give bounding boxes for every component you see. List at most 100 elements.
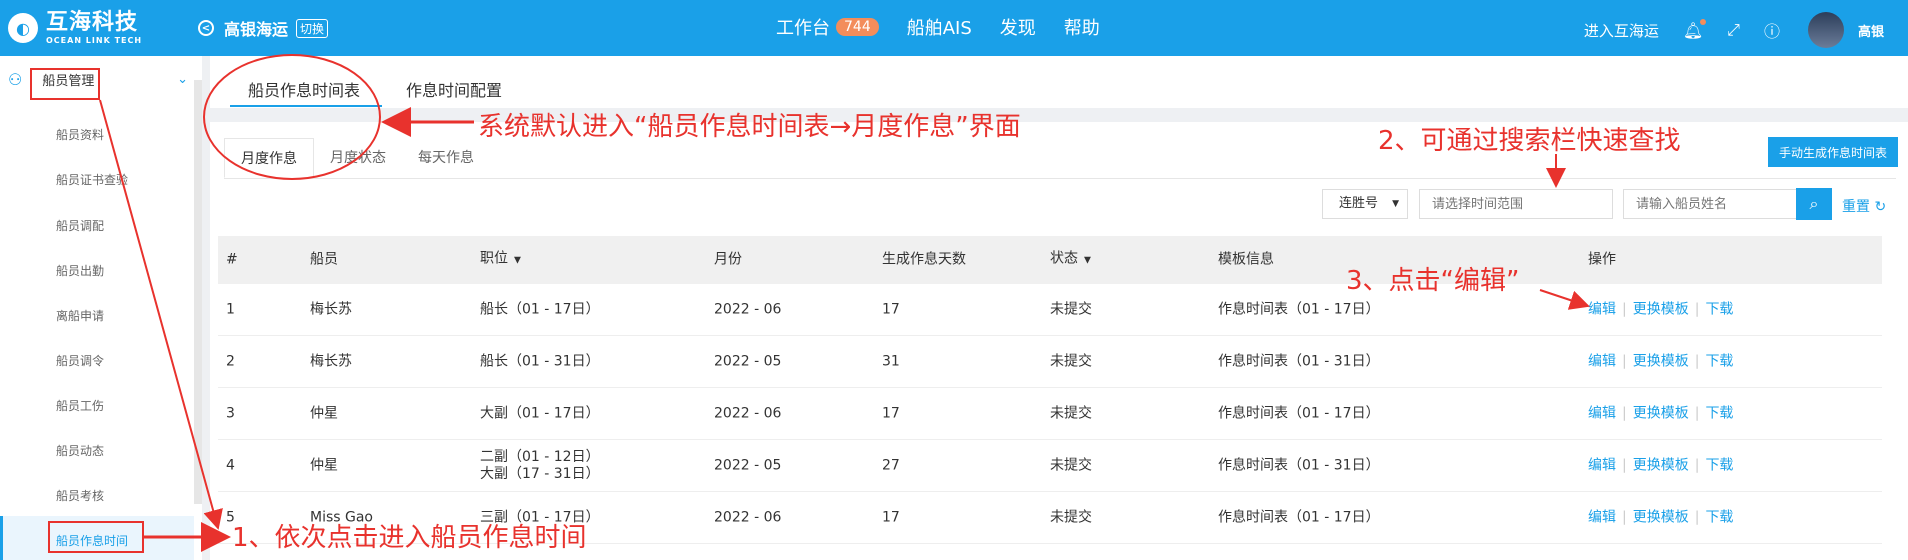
position-line: 大副（01 - 17日） [480,405,600,421]
back-icon[interactable]: < [198,20,214,36]
sidebar-active-indicator [0,516,3,560]
refresh-icon: ↻ [1874,199,1887,215]
annotation-step2: 2、可通过搜索栏快速查找 [1378,126,1681,156]
sidebar-item-leave[interactable]: 离船申请 [56,307,104,324]
generate-schedule-button[interactable]: 手动生成作息时间表 [1768,137,1898,167]
col-actions: 操作 [1588,251,1616,268]
action-separator: | [1622,353,1627,369]
action-separator: | [1622,509,1627,525]
cell-crew: 仲星 [310,457,338,473]
col-template: 模板信息 [1218,251,1274,268]
cell-days: 17 [882,405,900,421]
nav-ship-ais[interactable]: 船舶AIS [907,14,972,40]
change-template-link[interactable]: 更换模板 [1633,301,1689,317]
edit-link[interactable]: 编辑 [1588,509,1616,525]
subtab-monthly-rest[interactable]: 月度作息 [224,138,314,178]
sidebar-item-transfer[interactable]: 船员调令 [56,352,104,369]
cell-position: 大副（01 - 17日） [480,405,600,422]
cell-status: 未提交 [1050,509,1092,525]
avatar[interactable] [1807,12,1844,48]
sidebar-item-injury[interactable]: 船员工伤 [56,397,104,414]
nav-discover[interactable]: 发现 [1000,14,1036,40]
action-separator: | [1694,457,1700,473]
enter-link[interactable]: 进入互海运 [1584,20,1659,41]
cell-status: 未提交 [1050,405,1092,421]
notification-dot [1700,18,1707,25]
tab-rest-config[interactable]: 作息时间配置 [406,77,502,101]
sidebar-item-status[interactable]: 船员动态 [56,442,104,459]
highlight-rest-hours [48,521,144,553]
ship-select[interactable]: 连胜号 ▼ [1322,189,1408,219]
col-month: 月份 [714,251,742,268]
table-header: # 船员 职位 ▼ 月份 生成作息天数 状态 ▼ 模板信息 操作 [218,236,1882,284]
subtab-daily-rest[interactable]: 每天作息 [402,138,490,178]
reset-button[interactable]: 重置 ↻ [1842,196,1886,216]
fullscreen-icon[interactable]: ⤢ [1727,20,1740,40]
search-button[interactable]: ⌕ [1796,188,1832,220]
col-days: 生成作息天数 [882,251,966,268]
change-template-link[interactable]: 更换模板 [1633,509,1689,525]
cell-status: 未提交 [1050,301,1092,317]
bell-icon[interactable]: 🔔︎ [1683,18,1707,40]
nav-workbench[interactable]: 工作台 744 [776,14,879,40]
col-status[interactable]: 状态 ▼ [1050,251,1091,270]
cell-month: 2022 - 05 [714,457,782,473]
subtab-monthly-status[interactable]: 月度状态 [314,138,402,178]
table-row: 4 仲星 二副（01 - 12日） 大副（17 - 31日） 2022 - 05 27 未提… [218,440,1882,492]
logo-subtext: OCEAN LINK TECH [46,35,143,45]
logo[interactable]: ◐ 互海科技 OCEAN LINK TECH [8,9,142,47]
action-separator: | [1622,457,1627,473]
sidebar-scrollbar[interactable] [194,80,202,504]
nav-workbench-label: 工作台 [776,18,830,39]
top-bar: ◐ 互海科技 OCEAN LINK TECH < 高银海运 切换 工作台 744… [0,0,1908,56]
tab-active-indicator [230,105,382,107]
sidebar-item-assessment[interactable]: 船员考核 [56,487,104,504]
cell-template: 作息时间表（01 - 31日） [1218,353,1380,369]
cell-status: 未提交 [1050,353,1092,369]
sidebar-item-attendance[interactable]: 船员出勤 [56,262,104,279]
cell-actions: 编辑 | 更换模板 | 下载 [1588,457,1733,474]
cell-index: 3 [226,405,235,421]
col-crew: 船员 [310,251,338,268]
edit-link[interactable]: 编辑 [1588,405,1616,421]
time-range-input[interactable] [1419,189,1613,219]
switch-company-button[interactable]: 切换 [296,18,329,38]
top-nav: 工作台 744 船舶AIS 发现 帮助 [776,14,1128,40]
cell-month: 2022 - 05 [714,353,782,369]
sidebar-item-cert-check[interactable]: 船员证书查验 [56,171,128,188]
cell-index: 1 [226,301,235,317]
edit-link[interactable]: 编辑 [1588,353,1616,369]
edit-link[interactable]: 编辑 [1588,457,1616,473]
help-icon[interactable]: ⓘ [1764,18,1780,42]
caret-down-icon: ▼ [514,255,521,266]
nav-help[interactable]: 帮助 [1064,14,1100,40]
company-switcher[interactable]: < 高银海运 切换 [198,16,329,40]
caret-down-icon: ▼ [1392,199,1399,209]
cell-actions: 编辑 | 更换模板 | 下载 [1588,353,1733,370]
position-line: 船长（01 - 31日） [480,353,600,369]
download-link[interactable]: 下载 [1705,405,1733,421]
tab-rest-schedule[interactable]: 船员作息时间表 [248,77,360,101]
change-template-link[interactable]: 更换模板 [1633,353,1689,369]
cell-position: 二副（01 - 12日） 大副（17 - 31日） [480,449,600,483]
cell-position: 船长（01 - 17日） [480,301,600,318]
cell-crew: 梅长苏 [310,353,352,369]
sidebar-item-allocation[interactable]: 船员调配 [56,217,104,234]
download-link[interactable]: 下载 [1705,457,1733,473]
col-position[interactable]: 职位 ▼ [480,251,521,270]
change-template-link[interactable]: 更换模板 [1633,457,1689,473]
download-link[interactable]: 下载 [1705,353,1733,369]
change-template-link[interactable]: 更换模板 [1633,405,1689,421]
download-link[interactable]: 下载 [1705,301,1733,317]
edit-link[interactable]: 编辑 [1588,301,1616,317]
sidebar-item-crew-info[interactable]: 船员资料 [56,126,104,143]
user-name[interactable]: 高银 [1858,21,1884,40]
caret-down-icon: ▼ [1084,255,1091,266]
cell-days: 27 [882,457,900,473]
action-separator: | [1694,353,1700,369]
cell-template: 作息时间表（01 - 17日） [1218,509,1380,525]
col-index: # [226,251,238,268]
crew-name-input[interactable] [1623,189,1797,219]
cell-month: 2022 - 06 [714,301,782,317]
download-link[interactable]: 下载 [1705,509,1733,525]
